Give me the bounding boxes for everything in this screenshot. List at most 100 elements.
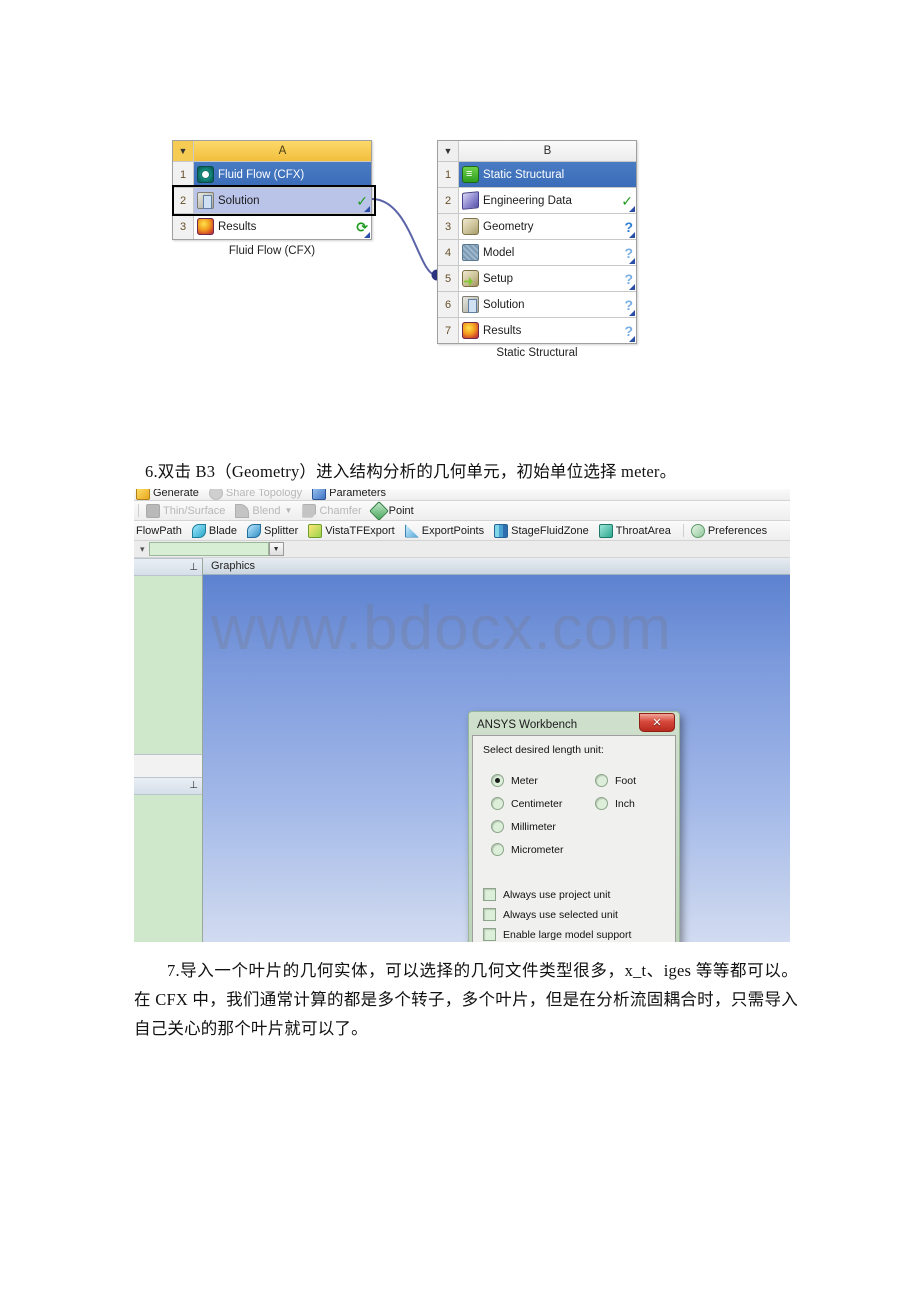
checkbox-indicator[interactable] xyxy=(483,928,496,941)
toolbar-item-label: Chamfer xyxy=(319,504,362,517)
table-row[interactable]: 2 Solution ✓ xyxy=(173,188,371,214)
toolbar-item-share-topology[interactable]: Share Topology xyxy=(208,489,303,500)
radio-option-millimeter[interactable]: Millimeter xyxy=(491,820,556,833)
tree-outline-splitter[interactable] xyxy=(134,753,202,777)
system-b-block[interactable]: ▼ B 1 Static Structural 2 Engineering Da… xyxy=(437,140,637,344)
cell-resize-corner[interactable] xyxy=(364,206,370,212)
solution-icon xyxy=(197,192,214,209)
cell-resize-corner[interactable] xyxy=(364,232,370,238)
tree-outline-list[interactable] xyxy=(134,576,202,754)
radio-option-meter[interactable]: Meter xyxy=(491,774,538,787)
cell-a2-solution[interactable]: Solution ✓ xyxy=(194,188,371,213)
cell-resize-corner[interactable] xyxy=(629,310,635,316)
checkbox-always-use-project-unit[interactable]: Always use project unit xyxy=(483,888,665,901)
cell-resize-corner[interactable] xyxy=(629,284,635,290)
splitter-icon xyxy=(247,523,261,538)
cell-b2-engineering-data[interactable]: Engineering Data ✓ xyxy=(459,188,636,213)
table-row[interactable]: 3 Results ⟳ xyxy=(173,214,371,239)
pin-icon[interactable]: ⊥ xyxy=(189,780,198,791)
cfx-icon xyxy=(197,166,214,183)
table-row[interactable]: 1 Static Structural xyxy=(438,162,636,188)
toolbar-item-parameters[interactable]: Parameters xyxy=(312,489,386,500)
close-icon[interactable]: ✕ xyxy=(639,713,675,732)
model-icon xyxy=(462,244,479,261)
toolbar-item-vista-tf-export[interactable]: VistaTFExport xyxy=(308,523,395,538)
dialog-prompt: Select desired length unit: xyxy=(483,744,604,756)
cell-resize-corner[interactable] xyxy=(629,258,635,264)
table-row[interactable]: 3 Geometry ? xyxy=(438,214,636,240)
dialog-titlebar[interactable]: ANSYS Workbench ✕ xyxy=(472,713,676,735)
overflow-icon[interactable]: ▾ xyxy=(140,544,145,555)
radio-label: Meter xyxy=(511,774,538,787)
system-b-collapse-arrow[interactable]: ▼ xyxy=(438,141,459,161)
toolbar-item-export-points[interactable]: ExportPoints xyxy=(404,523,484,538)
graphics-viewport[interactable]: www.bdocx.com ANSYS Workbench ✕ Select d… xyxy=(203,575,790,942)
toolbar-row-combo[interactable]: ▾ ▼ xyxy=(134,541,790,558)
table-row[interactable]: 5 Setup ? xyxy=(438,266,636,292)
table-row[interactable]: 4 Model ? xyxy=(438,240,636,266)
cell-resize-corner[interactable] xyxy=(629,336,635,342)
cell-b5-setup[interactable]: Setup ? xyxy=(459,266,636,291)
toolbar-item-blade[interactable]: Blade xyxy=(191,523,237,538)
radio-indicator[interactable] xyxy=(595,774,608,787)
pin-icon[interactable]: ⊥ xyxy=(189,562,198,573)
radio-option-inch[interactable]: Inch xyxy=(595,797,635,810)
chevron-down-icon[interactable]: ▼ xyxy=(268,542,284,556)
toolbar-item-chamfer[interactable]: Chamfer xyxy=(302,503,362,518)
radio-option-micrometer[interactable]: Micrometer xyxy=(491,843,564,856)
radio-option-foot[interactable]: Foot xyxy=(595,774,636,787)
detail-combo-input[interactable] xyxy=(148,542,269,556)
toolbar-item-flowpath[interactable]: FlowPath xyxy=(136,525,182,537)
tree-outline-panel[interactable]: ⊥ ⊥ xyxy=(134,558,203,942)
toolbar-row-generate[interactable]: Generate Share Topology Parameters xyxy=(134,489,790,501)
toolbar-item-thin-surface[interactable]: Thin/Surface xyxy=(146,503,225,518)
toolbar-item-label: Share Topology xyxy=(225,489,303,499)
checkbox-enable-large-model-support[interactable]: Enable large model support xyxy=(483,928,665,941)
toolbar-item-splitter[interactable]: Splitter xyxy=(247,523,298,538)
radio-indicator[interactable] xyxy=(491,820,504,833)
system-a-block[interactable]: ▼ A 1 Fluid Flow (CFX) 2 Solution ✓ 3 Re… xyxy=(172,140,372,240)
setup-icon xyxy=(462,270,479,287)
details-view-panel[interactable] xyxy=(134,794,202,942)
table-row[interactable]: 1 Fluid Flow (CFX) xyxy=(173,162,371,188)
cell-b6-solution[interactable]: Solution ? xyxy=(459,292,636,317)
unit-radio-group[interactable]: Meter Foot Centimeter Inch Millimeter Mi… xyxy=(483,774,665,882)
cell-a1-fluid-flow-cfx[interactable]: Fluid Flow (CFX) xyxy=(194,162,371,187)
radio-indicator[interactable] xyxy=(595,797,608,810)
system-a-collapse-arrow[interactable]: ▼ xyxy=(173,141,194,161)
graphics-tab-label: Graphics xyxy=(211,560,256,572)
details-panel-titlebar[interactable]: ⊥ xyxy=(134,776,202,795)
chevron-down-icon[interactable]: ▼ xyxy=(285,506,293,515)
toolbar-item-blend[interactable]: Blend ▼ xyxy=(235,503,293,518)
cell-b1-static-structural[interactable]: Static Structural xyxy=(459,162,636,187)
radio-option-centimeter[interactable]: Centimeter xyxy=(491,797,562,810)
checkbox-indicator[interactable] xyxy=(483,908,496,921)
graphics-tab[interactable]: Graphics xyxy=(203,558,790,575)
table-row[interactable]: 6 Solution ? xyxy=(438,292,636,318)
dialog-checkbox-group[interactable]: Always use project unit Always use selec… xyxy=(483,888,665,941)
table-row[interactable]: 2 Engineering Data ✓ xyxy=(438,188,636,214)
cell-number: 1 xyxy=(173,162,194,187)
toolbar-item-preferences[interactable]: Preferences xyxy=(690,523,767,538)
toolbar-item-stage-fluid-zone[interactable]: StageFluidZone xyxy=(494,523,589,538)
table-row[interactable]: 7 Results ? xyxy=(438,318,636,343)
cell-number: 6 xyxy=(438,292,459,317)
radio-indicator[interactable] xyxy=(491,774,504,787)
ansys-workbench-dialog[interactable]: ANSYS Workbench ✕ Select desired length … xyxy=(468,711,680,942)
cell-b7-results[interactable]: Results ? xyxy=(459,318,636,343)
radio-indicator[interactable] xyxy=(491,797,504,810)
cell-b3-geometry[interactable]: Geometry ? xyxy=(459,214,636,239)
cell-b4-model[interactable]: Model ? xyxy=(459,240,636,265)
tree-panel-titlebar[interactable]: ⊥ xyxy=(134,558,202,576)
radio-indicator[interactable] xyxy=(491,843,504,856)
cell-resize-corner[interactable] xyxy=(629,232,635,238)
cell-resize-corner[interactable] xyxy=(629,206,635,212)
toolbar-row-features[interactable]: Thin/Surface Blend ▼ Chamfer Point xyxy=(134,501,790,521)
toolbar-item-generate[interactable]: Generate xyxy=(136,489,199,500)
toolbar-row-turbo[interactable]: FlowPath Blade Splitter VistaTFExport Ex… xyxy=(134,521,790,541)
toolbar-item-point[interactable]: Point xyxy=(368,501,414,520)
toolbar-item-throat-area[interactable]: ThroatArea xyxy=(598,523,671,538)
checkbox-indicator[interactable] xyxy=(483,888,496,901)
cell-a3-results[interactable]: Results ⟳ xyxy=(194,214,371,239)
checkbox-always-use-selected-unit[interactable]: Always use selected unit xyxy=(483,908,665,921)
